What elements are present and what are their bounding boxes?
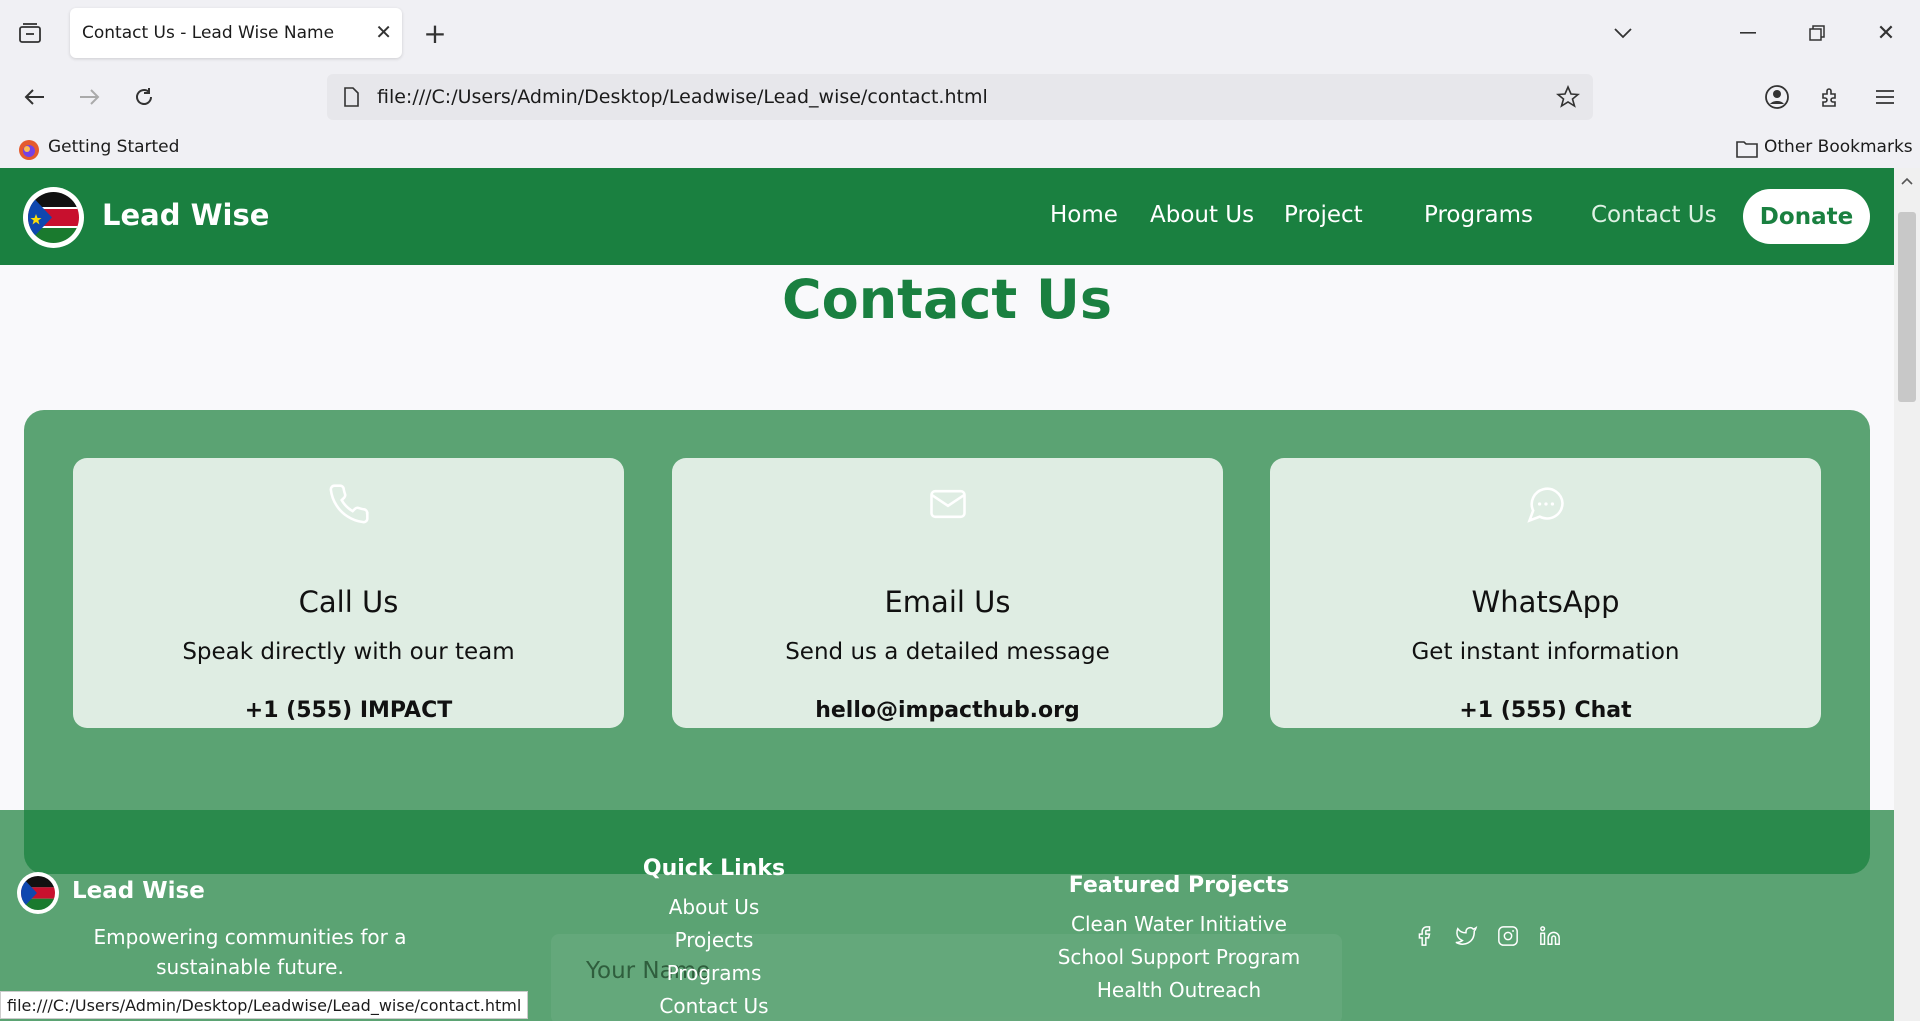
card-title: Email Us (884, 585, 1011, 619)
featured-project-school[interactable]: School Support Program (1039, 945, 1319, 969)
card-title: WhatsApp (1471, 585, 1620, 619)
site-footer: Lead Wise Empowering communities for a s… (0, 810, 1894, 1021)
url-text: file:///C:/Users/Admin/Desktop/Leadwise/… (377, 86, 988, 108)
star-bookmark-icon[interactable] (1555, 84, 1581, 110)
card-contact-value[interactable]: +1 (555) Chat (1270, 698, 1821, 723)
site-brand[interactable]: Lead Wise (102, 198, 269, 232)
status-url: file:///C:/Users/Admin/Desktop/Leadwise/… (0, 991, 529, 1019)
card-description: Speak directly with our team (182, 639, 515, 665)
close-tab-icon[interactable]: ✕ (375, 20, 392, 44)
tab-list-icon[interactable] (14, 18, 46, 50)
menu-icon[interactable] (1870, 82, 1900, 112)
card-title: Call Us (298, 585, 399, 619)
instagram-icon[interactable] (1496, 924, 1520, 948)
card-description: Get instant information (1411, 639, 1680, 665)
back-icon[interactable] (20, 82, 50, 112)
minimize-icon[interactable] (1733, 18, 1763, 48)
card-contact-value[interactable]: +1 (555) IMPACT (73, 698, 624, 723)
mail-icon (672, 482, 1223, 526)
restore-icon[interactable] (1802, 18, 1832, 48)
forward-icon (74, 82, 104, 112)
nav-about-us[interactable]: About Us (1150, 202, 1254, 228)
firefox-icon (18, 139, 40, 161)
footer-link-contact[interactable]: Contact Us (614, 994, 814, 1018)
page-title: Contact Us (781, 268, 1113, 331)
nav-contact-us[interactable]: Contact Us (1591, 202, 1717, 228)
nav-programs[interactable]: Programs (1424, 202, 1533, 228)
contact-card-call[interactable]: Call Us Speak directly with our team +1 … (73, 458, 624, 728)
phone-icon (73, 482, 624, 526)
featured-project-water[interactable]: Clean Water Initiative (1039, 912, 1319, 936)
footer-link-programs[interactable]: Programs (614, 961, 814, 985)
reload-icon[interactable] (129, 82, 159, 112)
account-icon[interactable] (1762, 82, 1792, 112)
page-icon (341, 86, 361, 108)
featured-project-health[interactable]: Health Outreach (1039, 978, 1319, 1002)
card-contact-value[interactable]: hello@impacthub.org (672, 698, 1223, 723)
footer-tagline: Empowering communities for a sustainable… (93, 925, 407, 979)
tab-bar: Contact Us - Lead Wise Name ✕ + ✕ (0, 0, 1920, 66)
bookmark-getting-started[interactable]: Getting Started (48, 137, 179, 157)
footer-link-projects[interactable]: Projects (614, 928, 814, 952)
contact-card-whatsapp[interactable]: WhatsApp Get instant information +1 (555… (1270, 458, 1821, 728)
close-window-icon[interactable]: ✕ (1871, 18, 1901, 48)
footer-logo (17, 872, 59, 914)
active-tab[interactable]: Contact Us - Lead Wise Name ✕ (70, 8, 402, 58)
new-tab-icon[interactable]: + (420, 17, 450, 50)
address-bar[interactable]: file:///C:/Users/Admin/Desktop/Leadwise/… (327, 74, 1593, 120)
folder-icon (1735, 138, 1759, 160)
web-page: Lead Wise Home About Us Project Programs… (0, 168, 1894, 1021)
featured-projects-heading: Featured Projects (1068, 873, 1290, 898)
flag-logo-icon (21, 876, 55, 910)
chat-icon (1270, 482, 1821, 526)
bookmark-other[interactable]: Other Bookmarks (1764, 137, 1913, 157)
tab-title: Contact Us - Lead Wise Name (82, 23, 335, 43)
card-description: Send us a detailed message (785, 639, 1110, 665)
nav-home[interactable]: Home (1050, 202, 1118, 228)
bookmarks-bar: Getting Started Other Bookmarks (0, 130, 1920, 168)
social-links (1412, 924, 1562, 948)
page-scrollbar[interactable] (1894, 168, 1920, 1021)
twitter-icon[interactable] (1454, 924, 1478, 948)
chevron-down-icon[interactable] (1608, 18, 1638, 48)
nav-project[interactable]: Project (1284, 202, 1363, 228)
scroll-thumb[interactable] (1898, 212, 1916, 402)
scroll-up-icon[interactable] (1900, 174, 1914, 188)
facebook-icon[interactable] (1412, 924, 1436, 948)
footer-brand: Lead Wise (72, 878, 205, 904)
quick-links-heading: Quick Links (642, 856, 786, 881)
flag-logo-icon (28, 192, 79, 243)
contact-card-email[interactable]: Email Us Send us a detailed message hell… (672, 458, 1223, 728)
site-navbar: Lead Wise Home About Us Project Programs… (0, 168, 1894, 265)
panel-overlap-band (24, 810, 1870, 874)
site-logo[interactable] (23, 187, 84, 248)
browser-chrome: Contact Us - Lead Wise Name ✕ + ✕ file:/… (0, 0, 1920, 168)
footer-link-about[interactable]: About Us (614, 895, 814, 919)
contact-methods-panel: Call Us Speak directly with our team +1 … (24, 410, 1870, 874)
extensions-icon[interactable] (1816, 82, 1846, 112)
donate-button[interactable]: Donate (1743, 189, 1870, 244)
linkedin-icon[interactable] (1538, 924, 1562, 948)
